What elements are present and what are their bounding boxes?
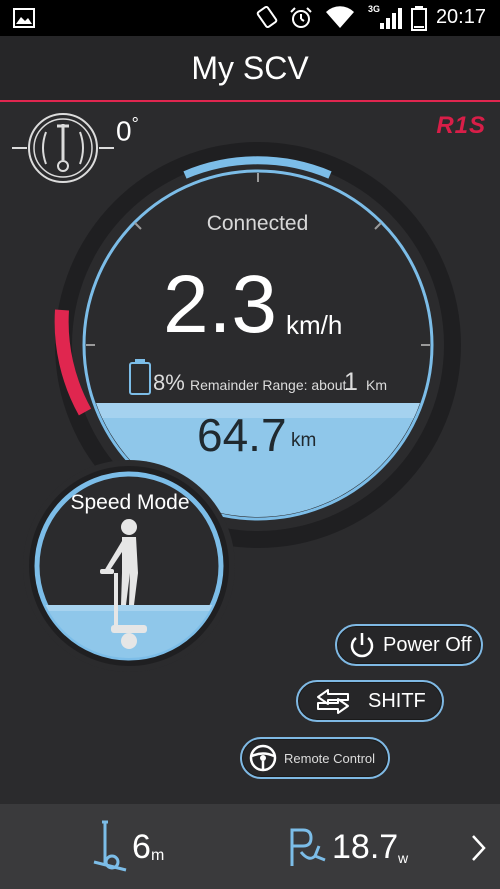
speed-mode-gauge[interactable]	[18, 455, 240, 677]
power-output-value: 18.7	[332, 828, 399, 866]
battery-percent: 8%	[153, 370, 185, 395]
scooter-distance-icon	[93, 820, 127, 872]
trip-distance-value: 6	[132, 828, 151, 866]
connection-status: Connected	[206, 212, 309, 235]
speed-unit: km/h	[286, 310, 343, 340]
power-output-icon	[290, 828, 326, 866]
shift-button[interactable]: SHITF	[296, 680, 444, 722]
alarm-icon	[290, 7, 312, 28]
wifi-icon	[326, 6, 354, 28]
page-title: My SCV	[191, 50, 309, 86]
status-bar: 3G 20:17	[0, 0, 500, 36]
bottom-stats-bar	[0, 804, 500, 889]
steering-wheel-icon	[249, 744, 277, 772]
remote-control-button[interactable]: Remote Control	[240, 737, 390, 779]
shift-label: SHITF	[368, 689, 426, 712]
power-off-label: Power Off	[383, 633, 472, 656]
rotation-icon	[256, 5, 278, 29]
trip-distance-unit: m	[151, 847, 165, 864]
clock: 20:17	[435, 6, 486, 28]
speed-mode-title: Speed Mode	[70, 491, 190, 514]
remote-control-label: Remote Control	[284, 750, 376, 766]
range-unit: Km	[366, 377, 387, 393]
power-icon	[350, 633, 374, 658]
signal-icon	[380, 8, 402, 29]
range-label: Remainder Range: about	[190, 377, 347, 393]
odometer-value: 64.7	[197, 409, 287, 461]
odometer-unit: km	[291, 430, 317, 451]
power-off-button[interactable]: Power Off	[335, 624, 483, 666]
swap-arrows-icon	[317, 689, 349, 714]
speed-value: 2.3	[163, 259, 277, 350]
battery-icon	[411, 6, 427, 31]
chevron-right-icon[interactable]	[470, 834, 488, 862]
app-header: My SCV	[0, 36, 500, 102]
range-value: 1	[344, 368, 358, 396]
image-icon	[13, 8, 35, 28]
battery-level-icon	[129, 359, 151, 395]
power-output-unit: w	[398, 850, 409, 866]
